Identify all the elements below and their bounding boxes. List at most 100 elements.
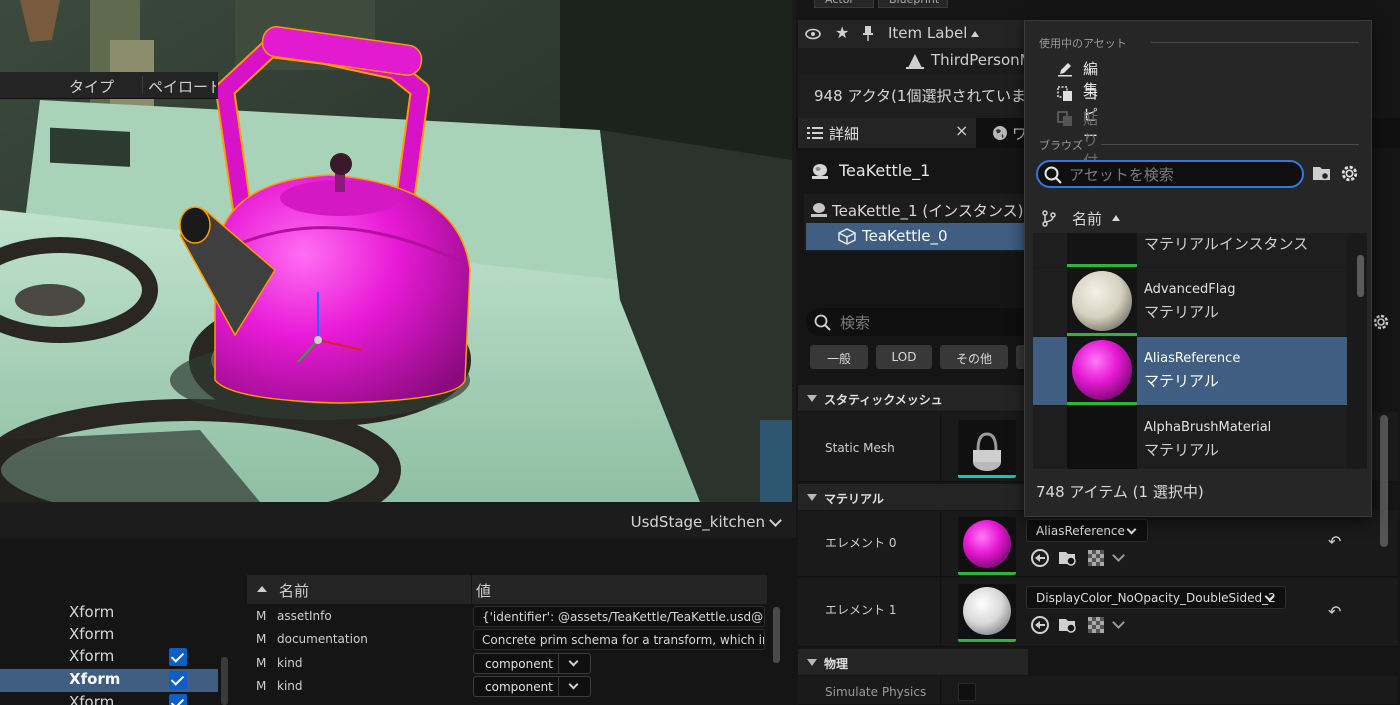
column-value[interactable]: 値 (476, 580, 491, 601)
asset-type: マテリアル (1144, 372, 1219, 390)
kind-dropdown[interactable]: component (473, 653, 591, 674)
payload-checkbox[interactable] (169, 648, 187, 666)
asset-item[interactable]: AdvancedFlag マテリアル (1033, 268, 1347, 336)
asset-search-input[interactable]: アセットを検索 (1036, 160, 1304, 188)
element-1-actions (1030, 614, 1125, 636)
asset-list-scrollbar[interactable] (1357, 255, 1364, 297)
details-scrollbar[interactable] (1380, 415, 1388, 547)
asset-type-bar (958, 572, 1016, 575)
asset-list: 名前 マテリアルインスタンス AdvancedFlag マテリアル AliasR… (1033, 203, 1367, 469)
usd-tree-header: タイプ ペイロード (0, 72, 218, 99)
payload-checkbox[interactable] (169, 671, 187, 689)
copy-icon (1057, 86, 1072, 101)
prop-value-field[interactable]: {'identifier': @assets/TeaKettle/TeaKett… (473, 606, 765, 627)
details-search-input[interactable]: 検索 (806, 308, 1030, 336)
settings-gear-icon[interactable] (1372, 313, 1390, 331)
element-1-thumbnail[interactable] (958, 584, 1016, 642)
component-tree: TeaKettle_1 (インスタンス) TeaKettle_0 (804, 194, 1028, 252)
column-item-label[interactable]: Item Label (888, 24, 967, 42)
source-control-branch-icon[interactable] (1042, 210, 1056, 227)
asset-type-bar (1067, 402, 1137, 405)
tab-actor[interactable]: Actor (814, 0, 874, 8)
section-physics[interactable]: 物理 (798, 649, 1028, 675)
reset-to-default-icon[interactable]: ↶ (1328, 532, 1341, 551)
browse-folder-icon[interactable] (1058, 615, 1078, 635)
actor-icon (811, 203, 827, 217)
usd-tree-row-selected[interactable]: Xform (0, 669, 218, 692)
usd-tree-row[interactable]: Xform (0, 692, 218, 705)
prim-type: Xform (69, 603, 115, 621)
checker-grid-icon[interactable] (1086, 615, 1106, 635)
column-name[interactable]: 名前 (1072, 208, 1102, 229)
column-payload[interactable]: ペイロード (148, 76, 216, 97)
browse-folder-icon[interactable] (1058, 548, 1078, 568)
actor-title: TeaKettle_1 (839, 161, 931, 180)
settings-gear-icon[interactable] (1340, 164, 1359, 183)
asset-item[interactable]: マテリアルインスタンス (1033, 233, 1347, 267)
outliner-row[interactable]: ThirdPersonM (798, 48, 1033, 74)
filter-general-button[interactable]: 一般 (810, 345, 868, 369)
chevron-down-icon (568, 679, 579, 690)
collapse-arrow-icon (807, 659, 817, 666)
chevron-down-icon[interactable] (1112, 549, 1125, 562)
element-1-material-dropdown[interactable]: DisplayColor_NoOpacity_DoubleSided_2 (1026, 586, 1286, 609)
chevron-down-icon[interactable] (1112, 616, 1125, 629)
usd-tree-row[interactable]: Xform (0, 602, 218, 625)
tab-details[interactable]: 詳細 × (798, 118, 976, 148)
prop-value-field[interactable]: Concrete prim schema for a transform, wh… (473, 629, 765, 650)
kettle-thumbnail-icon (973, 432, 1001, 471)
section-materials[interactable]: マテリアル (798, 484, 1028, 510)
usd-prop-row[interactable]: M assetInfo {'identifier': @assets/TeaKe… (247, 605, 767, 628)
usd-tree-scrollbar[interactable] (221, 657, 228, 705)
asset-type-bar (958, 639, 1016, 642)
usd-stage-selector[interactable]: UsdStage_kitchen (631, 510, 782, 534)
column-type[interactable]: タイプ (69, 76, 114, 97)
payload-checkbox[interactable] (169, 694, 187, 705)
simulate-physics-checkbox[interactable] (958, 683, 976, 701)
tab-world[interactable]: ワ (988, 118, 1028, 148)
section-static-mesh[interactable]: スタティックメッシュ (798, 385, 1028, 411)
usd-props-scrollbar[interactable] (773, 607, 780, 663)
element-0-material-dropdown[interactable]: AliasReference (1026, 519, 1148, 542)
star-icon[interactable]: ★ (835, 23, 849, 42)
asset-item[interactable]: AlphaBrushMaterial マテリアル (1033, 406, 1347, 469)
use-selected-arrow-icon[interactable] (1030, 615, 1050, 635)
prop-name: kind (277, 656, 303, 670)
component-row-selected[interactable]: TeaKettle_0 (806, 223, 1028, 250)
browse-folder-icon[interactable] (1312, 164, 1332, 182)
close-icon[interactable]: × (955, 121, 968, 140)
static-mesh-label: Static Mesh (825, 441, 895, 455)
chevron-down-icon (1126, 524, 1137, 535)
outliner-row-label: ThirdPersonM (931, 51, 1033, 69)
checker-grid-icon[interactable] (1086, 548, 1106, 568)
search-icon (814, 314, 831, 331)
usd-prop-row[interactable]: M kind component (247, 652, 767, 675)
component-row[interactable]: TeaKettle_1 (インスタンス) (806, 196, 1028, 223)
usd-props-header: 名前 値 (247, 575, 767, 604)
kind-dropdown[interactable]: component (473, 676, 591, 697)
column-divider (142, 76, 143, 94)
asset-type-bar (1067, 264, 1137, 267)
filter-lod-button[interactable]: LOD (876, 345, 932, 369)
use-selected-arrow-icon[interactable] (1030, 548, 1050, 568)
reset-to-default-icon[interactable]: ↶ (1328, 602, 1341, 621)
usd-tree-row[interactable]: Xform (0, 624, 218, 647)
element-0-thumbnail[interactable] (958, 517, 1016, 575)
tab-blueprint[interactable]: Blueprint (878, 0, 948, 8)
filter-other-button[interactable]: その他 (940, 345, 1008, 369)
usd-prop-row[interactable]: M documentation Concrete prim schema for… (247, 628, 767, 651)
pin-icon[interactable] (862, 25, 874, 43)
usd-prop-row[interactable]: M kind component (247, 675, 767, 698)
asset-type: マテリアル (1144, 303, 1219, 321)
prim-type: Xform (69, 670, 121, 688)
static-mesh-thumbnail[interactable] (958, 420, 1016, 478)
chevron-down-icon (568, 656, 579, 667)
asset-item-selected[interactable]: AliasReference マテリアル (1033, 337, 1347, 405)
visibility-eye-icon[interactable] (805, 27, 821, 41)
asset-thumbnail (1067, 406, 1137, 469)
sort-ascending-icon (257, 586, 267, 592)
usd-tree-row[interactable]: Xform (0, 646, 218, 669)
outliner-header: ★ Item Label (798, 20, 1028, 48)
column-name[interactable]: 名前 (279, 580, 309, 601)
column-divider (940, 412, 941, 481)
